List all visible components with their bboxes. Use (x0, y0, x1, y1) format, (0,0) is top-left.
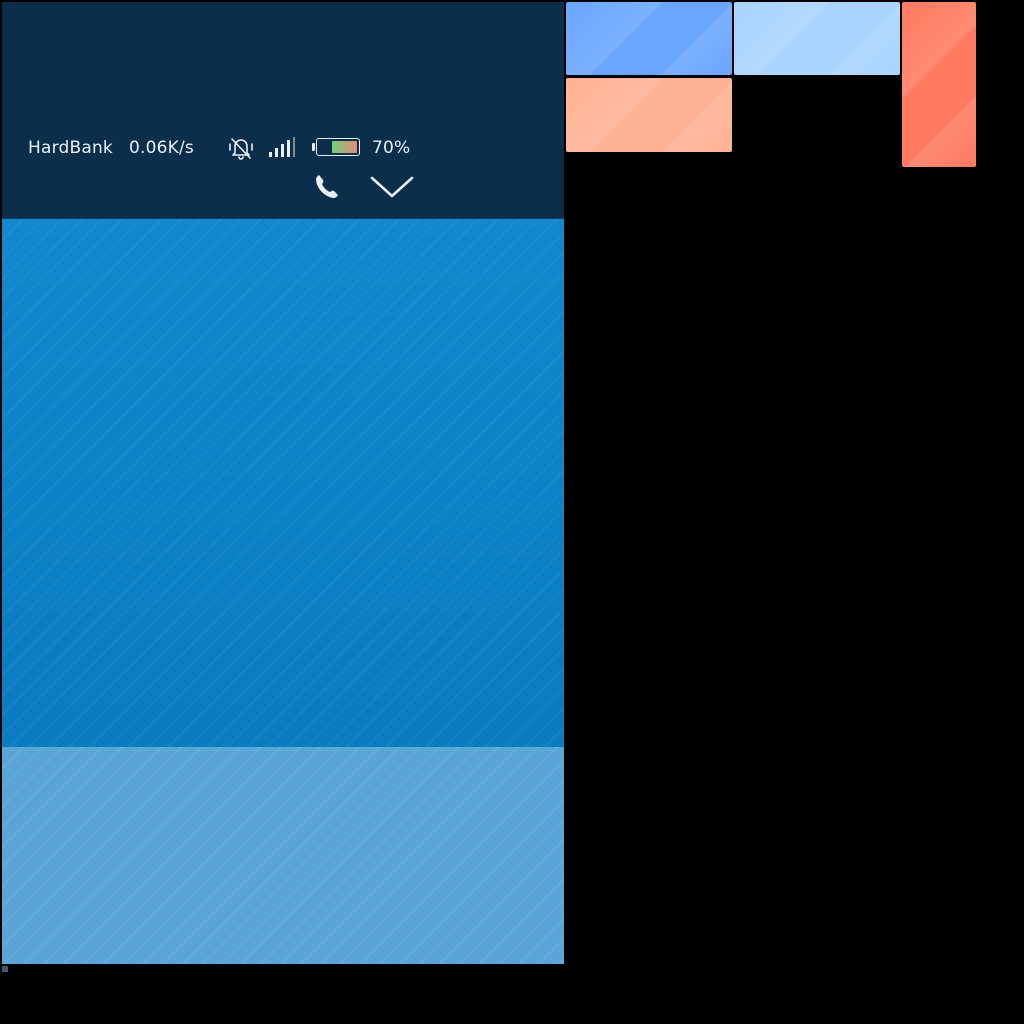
corner-marker (2, 966, 8, 972)
notification-panel: HardBank 0.06K/s 70% (2, 2, 564, 219)
network-speed: 0.06K/s (128, 138, 194, 158)
color-tile-coral (902, 2, 976, 167)
phone-screen: HardBank 0.06K/s 70% (2, 2, 564, 964)
color-tile-light-blue (734, 2, 900, 75)
content-area-top (2, 219, 564, 747)
signal-bars-icon (268, 137, 296, 159)
battery-fill (331, 141, 357, 153)
vibrate-off-icon (228, 135, 254, 161)
color-tile-blue (566, 2, 732, 75)
status-bar: HardBank 0.06K/s 70% (28, 135, 410, 161)
battery-icon (311, 138, 364, 158)
content-area-bottom (2, 747, 564, 964)
phone-icon[interactable] (312, 172, 342, 202)
page-root: HardBank 0.06K/s 70% (0, 0, 1024, 1024)
battery-cap (311, 143, 315, 151)
chevron-down-icon[interactable] (370, 174, 414, 200)
battery-body (315, 138, 360, 156)
battery-percent: 70% (371, 138, 411, 158)
panel-actions (312, 172, 414, 202)
color-tile-peach (566, 78, 732, 152)
carrier-name: HardBank (28, 138, 113, 158)
